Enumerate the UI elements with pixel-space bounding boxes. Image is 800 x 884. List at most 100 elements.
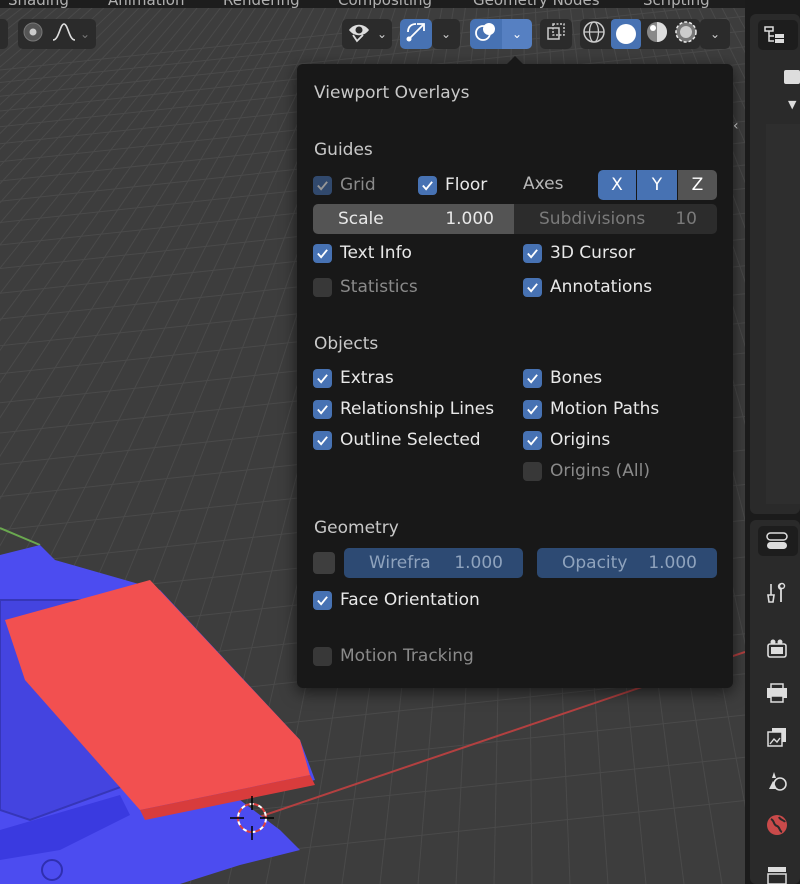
outline-selected-label: Outline Selected <box>340 430 481 450</box>
face-orientation-checkbox[interactable]: Face Orientation <box>313 589 480 611</box>
tab-animation[interactable]: Animation <box>108 0 184 8</box>
extras-label: Extras <box>340 368 394 388</box>
outline-selected-checkbox[interactable]: Outline Selected <box>313 429 481 451</box>
scale-label: Scale <box>338 209 384 229</box>
object-visibility-dropdown[interactable]: ⌄ <box>342 19 392 49</box>
axis-x-toggle[interactable]: X <box>598 170 636 200</box>
checkmark-icon <box>313 243 332 263</box>
3d-viewport[interactable]: Shading Animation Rendering Compositing … <box>0 0 745 884</box>
axis-z-toggle[interactable]: Z <box>678 170 717 200</box>
grid-checkbox[interactable]: Grid <box>313 174 376 196</box>
overlays-dropdown[interactable]: ⌄ <box>502 19 532 49</box>
overlays-icon <box>474 20 498 48</box>
curve-falloff-icon <box>52 22 76 46</box>
motion-tracking-label: Motion Tracking <box>340 646 474 666</box>
outliner-icon[interactable] <box>758 20 798 50</box>
tool-icon[interactable] <box>762 578 792 608</box>
floor-checkbox[interactable]: Floor <box>418 174 487 196</box>
motion-tracking-checkbox[interactable]: Motion Tracking <box>313 645 474 667</box>
header-clipped-button[interactable] <box>0 19 8 49</box>
opacity-label: Opacity <box>562 553 628 573</box>
outliner-panel[interactable]: ▼ <box>750 14 800 514</box>
outliner-rows <box>766 124 800 504</box>
checkmark-icon <box>523 430 542 450</box>
gizmo-icon <box>404 20 428 48</box>
axes-label: Axes <box>523 174 564 194</box>
motion-paths-checkbox[interactable]: Motion Paths <box>523 398 659 420</box>
axis-y-toggle[interactable]: Y <box>637 170 677 200</box>
opacity-value: 1.000 <box>648 553 697 573</box>
xray-toggle-button[interactable] <box>540 19 572 49</box>
shading-options-dropdown[interactable]: ⌄ <box>700 19 730 49</box>
expand-arrow-icon[interactable]: ▼ <box>788 98 796 111</box>
bones-label: Bones <box>550 368 603 388</box>
overlays-toggle-button[interactable] <box>470 19 502 49</box>
world-icon[interactable] <box>762 810 792 840</box>
render-icon[interactable] <box>762 634 792 664</box>
wireframe-checkbox[interactable] <box>313 552 335 574</box>
mesh-object[interactable] <box>0 545 315 884</box>
origins-checkbox[interactable]: Origins <box>523 429 610 451</box>
statistics-label: Statistics <box>340 277 418 297</box>
unchecked-box-icon <box>523 461 542 481</box>
chevron-down-icon: ⌄ <box>376 27 388 41</box>
wireframe-value: 1.000 <box>454 553 503 573</box>
sidebar-toggle-icon[interactable]: ‹ <box>733 118 739 134</box>
annotations-label: Annotations <box>550 277 653 297</box>
text-info-checkbox[interactable]: Text Info <box>313 242 412 264</box>
collection-properties-icon[interactable] <box>762 860 792 884</box>
chevron-down-icon: ⌄ <box>709 27 721 41</box>
popover-pointer <box>506 56 524 65</box>
tab-geometry-nodes[interactable]: Geometry Nodes <box>473 0 600 8</box>
tab-scripting[interactable]: Scripting <box>643 0 710 8</box>
subdivisions-field[interactable]: Subdivisions 10 <box>514 204 717 234</box>
chevron-down-icon: ⌄ <box>511 27 523 41</box>
right-editor-column: ▼ <box>745 0 800 884</box>
guides-heading: Guides <box>314 140 373 160</box>
statistics-checkbox[interactable]: Statistics <box>313 276 418 298</box>
gizmo-dropdown[interactable]: ⌄ <box>432 19 460 49</box>
wireframe-label: Wirefra <box>369 553 431 573</box>
material-shading-icon[interactable] <box>645 20 669 48</box>
bones-checkbox[interactable]: Bones <box>523 367 602 389</box>
checkmark-icon <box>313 590 332 610</box>
checkmark-icon <box>313 368 332 388</box>
tab-shading[interactable]: Shading <box>8 0 69 8</box>
objects-heading: Objects <box>314 334 379 354</box>
origins-all-checkbox[interactable]: Origins (All) <box>523 460 650 482</box>
view-layer-icon[interactable] <box>762 722 792 752</box>
scale-field[interactable]: Scale 1.000 <box>313 204 514 234</box>
3d-cursor-checkbox[interactable]: 3D Cursor <box>523 242 635 264</box>
scene-icon[interactable] <box>762 766 792 796</box>
visibility-icon <box>347 21 373 47</box>
opacity-field[interactable]: Opacity 1.000 <box>537 548 717 578</box>
solid-shading-icon[interactable] <box>610 19 641 49</box>
3d-cursor-label: 3D Cursor <box>550 243 636 263</box>
pivot-icon <box>22 21 44 47</box>
checkmark-icon <box>523 399 542 419</box>
proportional-editing-button[interactable]: ⌄ <box>18 19 96 49</box>
origins-all-label: Origins (All) <box>550 461 650 481</box>
shading-mode-group <box>580 19 700 49</box>
face-orientation-label: Face Orientation <box>340 590 480 610</box>
motion-paths-label: Motion Paths <box>550 399 660 419</box>
wireframe-field[interactable]: Wirefra 1.000 <box>344 548 523 578</box>
tab-rendering[interactable]: Rendering <box>223 0 300 8</box>
annotations-checkbox[interactable]: Annotations <box>523 276 652 298</box>
rendered-shading-icon[interactable] <box>674 20 698 48</box>
text-info-label: Text Info <box>340 243 412 263</box>
wireframe-shading-icon[interactable] <box>582 20 606 48</box>
unchecked-box-icon <box>313 277 332 297</box>
relationship-lines-checkbox[interactable]: Relationship Lines <box>313 398 494 420</box>
chevron-down-icon: ⌄ <box>440 27 452 41</box>
properties-editor-type-icon[interactable] <box>758 526 798 556</box>
relationship-lines-label: Relationship Lines <box>340 399 495 419</box>
tab-compositing[interactable]: Compositing <box>338 0 432 8</box>
checkmark-icon <box>313 430 332 450</box>
xray-icon <box>545 21 567 47</box>
output-icon[interactable] <box>762 678 792 708</box>
extras-checkbox[interactable]: Extras <box>313 367 394 389</box>
geometry-heading: Geometry <box>314 518 399 538</box>
gizmo-toggle-button[interactable] <box>400 19 432 49</box>
properties-panel[interactable] <box>750 520 800 884</box>
